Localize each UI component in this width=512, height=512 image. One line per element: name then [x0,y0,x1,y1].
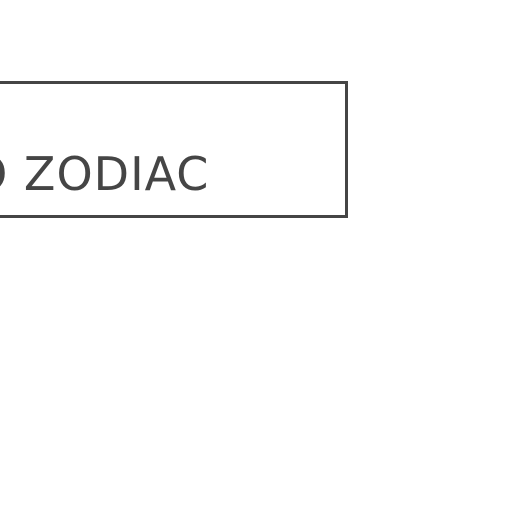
canvas: TO ZODIAC [0,0,512,512]
zodiac-button-label: TO ZODIAC [0,147,210,201]
